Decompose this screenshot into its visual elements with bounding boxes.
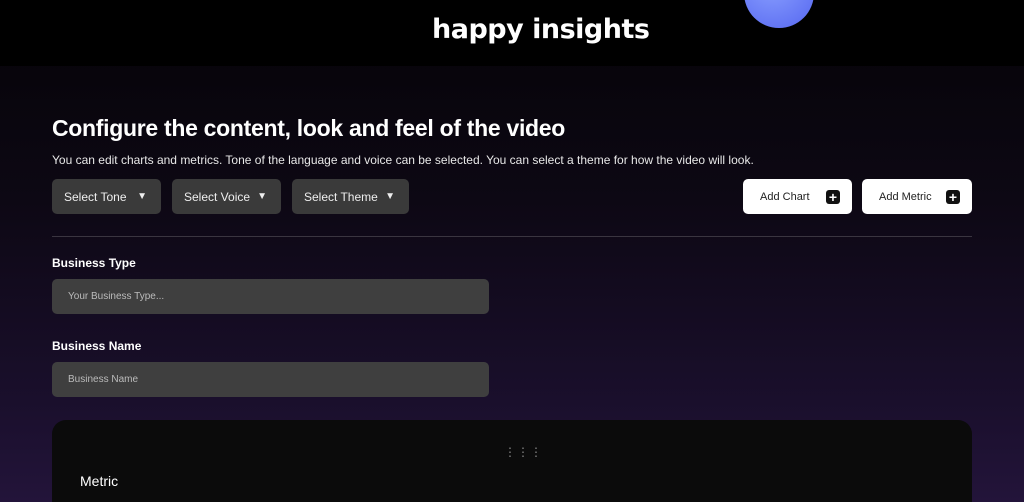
assistant-orb[interactable] xyxy=(744,0,814,28)
select-tone[interactable]: Select Tone ▼ xyxy=(52,179,161,214)
header: happy insights xyxy=(0,0,1024,66)
chevron-down-icon: ▼ xyxy=(137,191,147,202)
add-chart-button[interactable]: Add Chart + xyxy=(743,179,852,214)
add-metric-label: Add Metric xyxy=(879,190,932,203)
page-subtitle: You can edit charts and metrics. Tone of… xyxy=(52,153,754,167)
select-theme-label: Select Theme xyxy=(304,189,378,204)
plus-icon: + xyxy=(826,189,840,204)
chevron-down-icon: ▼ xyxy=(257,191,267,202)
page-title: Configure the content, look and feel of … xyxy=(52,115,566,141)
logo: happy insights xyxy=(432,14,650,45)
business-type-input[interactable] xyxy=(52,279,489,314)
business-name-label: Business Name xyxy=(52,339,142,353)
select-tone-label: Select Tone xyxy=(64,189,127,204)
select-voice[interactable]: Select Voice ▼ xyxy=(172,179,281,214)
plus-icon: + xyxy=(946,189,960,204)
metric-card: ⋮⋮⋮ Metric xyxy=(52,420,972,502)
divider xyxy=(52,236,972,237)
add-metric-button[interactable]: Add Metric + xyxy=(862,179,972,214)
metric-card-title: Metric xyxy=(80,473,119,489)
business-type-label: Business Type xyxy=(52,256,136,270)
chevron-down-icon: ▼ xyxy=(385,191,395,202)
select-voice-label: Select Voice xyxy=(184,189,251,204)
drag-handle-icon[interactable]: ⋮⋮⋮ xyxy=(504,446,543,458)
business-name-input[interactable] xyxy=(52,362,489,397)
add-chart-label: Add Chart xyxy=(760,190,810,203)
select-theme[interactable]: Select Theme ▼ xyxy=(292,179,409,214)
